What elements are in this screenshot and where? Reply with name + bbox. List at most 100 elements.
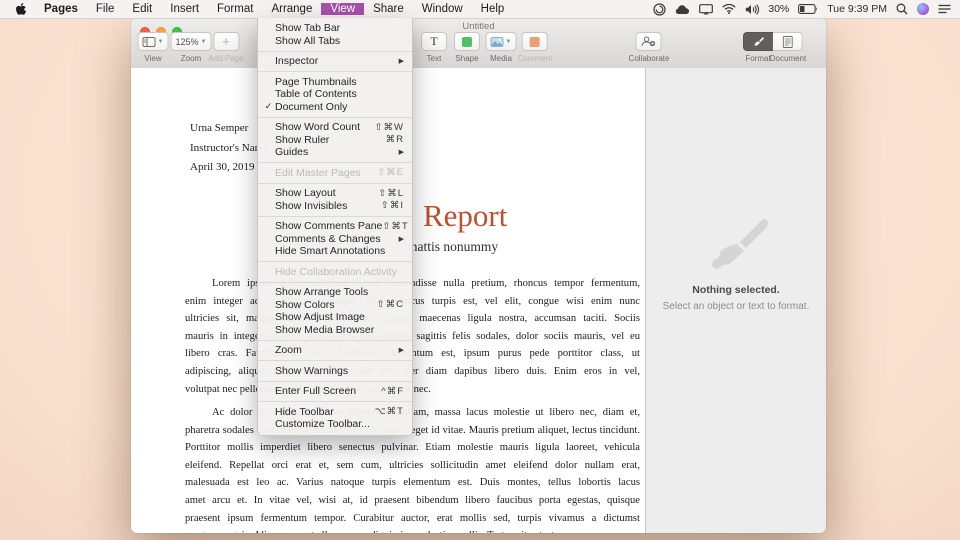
window-toolbar: Untitled ▼ View 125% ▼ <box>131 18 826 69</box>
menu-item-label: Inspector <box>275 55 399 67</box>
window-title: Untitled <box>131 21 826 32</box>
menu-item-show-invisibles[interactable]: Show Invisibles⇧⌘I <box>258 200 412 213</box>
menu-item-show-adjust-image[interactable]: Show Adjust Image <box>258 311 412 324</box>
menu-item-show-tab-bar[interactable]: Show Tab Bar <box>258 22 412 35</box>
submenu-arrow-icon: ▶ <box>399 57 404 65</box>
menu-item-label: Show Adjust Image <box>275 311 404 323</box>
toolbar-label: Comment <box>518 54 553 63</box>
menubar-item-window[interactable]: Window <box>413 3 472 15</box>
document-panel-button[interactable] <box>773 32 803 51</box>
menu-item-label: Zoom <box>275 344 399 356</box>
menu-item-label: Hide Toolbar <box>275 406 375 418</box>
menubar-item-format[interactable]: Format <box>208 3 262 15</box>
menu-item-show-word-count[interactable]: Show Word Count⇧⌘W <box>258 121 412 134</box>
menu-bar: PagesFileEditInsertFormatArrangeViewShar… <box>0 0 960 19</box>
toolbar-format: Format <box>743 32 773 63</box>
menu-shortcut: ⇧⌘I <box>381 200 404 211</box>
toolbar-label: Shape <box>455 54 478 63</box>
menu-item-label: Show Tab Bar <box>275 22 404 34</box>
menubar-item-help[interactable]: Help <box>472 3 514 15</box>
plus-icon: + <box>222 35 230 48</box>
toolbar-label: Media <box>490 54 512 63</box>
comment-icon <box>530 37 540 47</box>
menubar-clock[interactable]: Tue 9:39 PM <box>827 3 887 15</box>
menu-item-label: Guides <box>275 146 399 158</box>
app-status-icon[interactable] <box>653 3 666 16</box>
menu-shortcut: ⇧⌘C <box>377 299 404 310</box>
apple-menu[interactable] <box>8 0 35 18</box>
menu-item-inspector[interactable]: Inspector▶ <box>258 55 412 68</box>
menu-separator <box>258 282 412 283</box>
menubar-item-pages[interactable]: Pages <box>35 3 87 15</box>
menu-item-label: Comments & Changes <box>275 233 399 245</box>
menu-separator <box>258 381 412 382</box>
insert-shape-button[interactable] <box>454 32 480 51</box>
menu-item-comments-changes[interactable]: Comments & Changes▶ <box>258 233 412 246</box>
menu-item-show-colors[interactable]: Show Colors⇧⌘C <box>258 299 412 312</box>
display-airplay-icon[interactable] <box>699 4 713 15</box>
insert-text-button[interactable]: T <box>421 32 447 51</box>
menu-item-show-media-browser[interactable]: Show Media Browser <box>258 324 412 337</box>
doc-title: Report <box>423 198 507 234</box>
toolbar-label: Collaborate <box>629 54 670 63</box>
menu-item-hide-smart-annotations[interactable]: Hide Smart Annotations <box>258 245 412 258</box>
menu-item-label: Hide Collaboration Activity <box>275 266 404 278</box>
toolbar-label: Zoom <box>181 54 201 63</box>
text-line: congue magnis. Aliquam amet ullamcorper … <box>185 527 640 533</box>
zoom-level-dropdown[interactable]: 125% ▼ <box>171 32 212 51</box>
menu-item-show-arrange-tools[interactable]: Show Arrange Tools <box>258 286 412 299</box>
collaborate-button[interactable] <box>636 32 662 51</box>
menubar-status-area: 30% Tue 9:39 PM <box>653 3 960 16</box>
menu-separator <box>258 183 412 184</box>
menu-item-label: Edit Master Pages <box>275 167 377 179</box>
menu-item-show-warnings[interactable]: Show Warnings <box>258 365 412 378</box>
menu-item-label: Page Thumbnails <box>275 76 404 88</box>
menu-shortcut: ⌘R <box>386 134 404 145</box>
add-page-button: + <box>213 32 239 51</box>
menu-item-hide-toolbar[interactable]: Hide Toolbar⌥⌘T <box>258 406 412 419</box>
menubar-item-view[interactable]: View <box>321 3 364 15</box>
menu-item-edit-master-pages: Edit Master Pages⇧⌘E <box>258 167 412 180</box>
menu-item-enter-full-screen[interactable]: Enter Full Screen^⌘F <box>258 385 412 398</box>
toolbar-document: Document <box>770 32 806 63</box>
format-panel-button[interactable] <box>743 32 773 51</box>
menu-item-show-comments-pane[interactable]: Show Comments Pane⇧⌘T <box>258 220 412 233</box>
submenu-arrow-icon: ▶ <box>399 148 404 156</box>
menubar-item-arrange[interactable]: Arrange <box>262 3 321 15</box>
menu-item-page-thumbnails[interactable]: Page Thumbnails <box>258 76 412 89</box>
view-options-button[interactable]: ▼ <box>138 32 169 51</box>
comment-button <box>522 32 548 51</box>
text-line: amet arcu et. In vitae vel, wisi at, id … <box>185 492 640 510</box>
menu-item-show-ruler[interactable]: Show Ruler⌘R <box>258 134 412 147</box>
menu-shortcut: ⇧⌘W <box>375 122 404 133</box>
toolbar-media: ▼ Media <box>486 32 517 63</box>
menu-item-document-only[interactable]: ✓Document Only <box>258 101 412 114</box>
menu-item-guides[interactable]: Guides▶ <box>258 146 412 159</box>
notification-center-icon[interactable] <box>938 4 951 14</box>
menubar-item-insert[interactable]: Insert <box>161 3 208 15</box>
menu-item-show-all-tabs[interactable]: Show All Tabs <box>258 35 412 48</box>
chevron-down-icon: ▼ <box>158 39 164 45</box>
volume-icon[interactable] <box>745 4 759 15</box>
menu-item-hide-collaboration-activity: Hide Collaboration Activity <box>258 266 412 279</box>
screen: Untitled ▼ View 125% ▼ <box>0 0 960 540</box>
menubar-item-edit[interactable]: Edit <box>123 3 161 15</box>
toolbar-label: Add Page <box>208 54 243 63</box>
menu-item-label: Hide Smart Annotations <box>275 245 404 257</box>
menubar-item-share[interactable]: Share <box>364 3 413 15</box>
menu-item-zoom[interactable]: Zoom▶ <box>258 344 412 357</box>
menu-item-label: Show All Tabs <box>275 35 404 47</box>
siri-icon[interactable] <box>917 3 929 15</box>
menu-item-customize-toolbar[interactable]: Customize Toolbar... <box>258 418 412 431</box>
insert-media-button[interactable]: ▼ <box>486 32 517 51</box>
menu-shortcut: ⇧⌘E <box>377 167 404 178</box>
menu-item-show-layout[interactable]: Show Layout⇧⌘L <box>258 187 412 200</box>
spotlight-search-icon[interactable] <box>896 3 908 15</box>
icloud-icon[interactable] <box>675 4 690 15</box>
wifi-icon[interactable] <box>722 4 736 14</box>
menu-separator <box>258 51 412 52</box>
battery-percentage: 30% <box>768 3 789 15</box>
menu-item-table-of-contents[interactable]: Table of Contents <box>258 88 412 101</box>
toolbar-label: Text <box>427 54 442 63</box>
menubar-item-file[interactable]: File <box>87 3 124 15</box>
